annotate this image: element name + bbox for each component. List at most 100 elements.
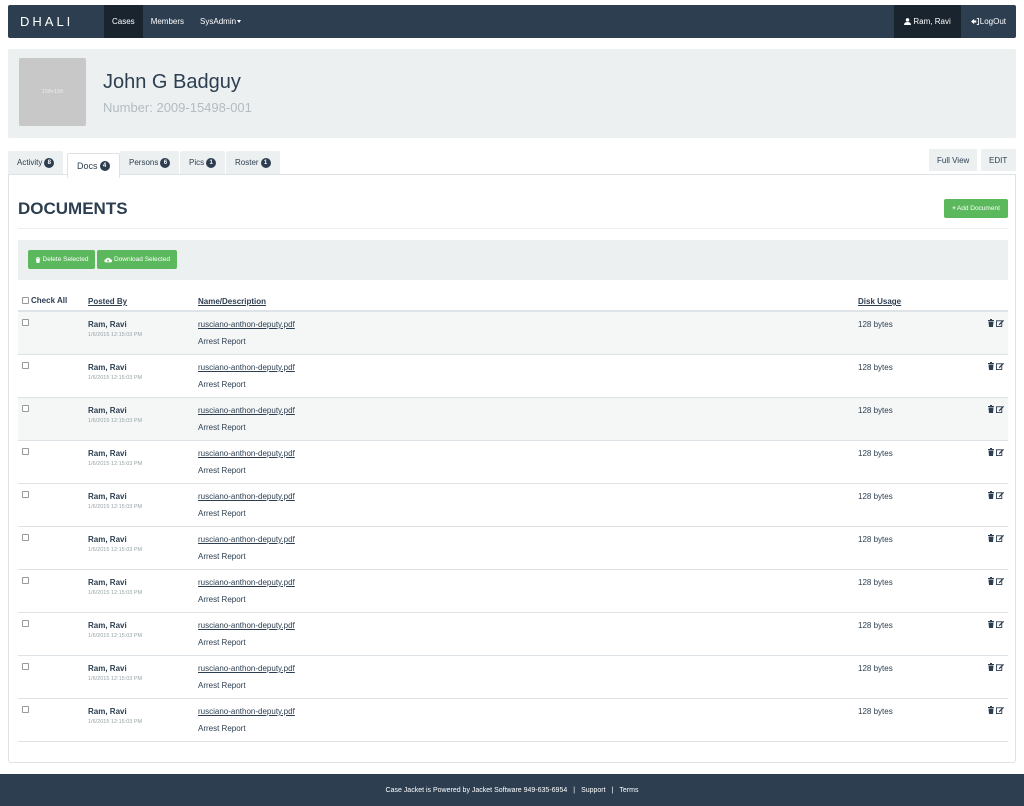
disk-usage: 128 bytes [858,406,893,415]
trash-icon[interactable] [987,448,995,456]
trash-icon[interactable] [987,491,995,499]
add-document-label: Add Document [956,205,1000,212]
row-checkbox[interactable] [22,577,29,584]
nav-cases[interactable]: Cases [104,5,143,38]
row-checkbox[interactable] [22,448,29,455]
document-link[interactable]: rusciano-anthon-deputy.pdf [198,363,295,372]
bulk-actions-toolbar: Delete Selected Download Selected [18,240,1008,280]
download-selected-button[interactable]: Download Selected [97,250,177,269]
edit-icon[interactable] [996,620,1004,628]
document-link[interactable]: rusciano-anthon-deputy.pdf [198,535,295,544]
trash-icon[interactable] [987,405,995,413]
check-all-label: Check All [31,296,68,305]
trash-icon [35,256,40,263]
count-badge: 1 [260,157,271,168]
check-all[interactable]: Check All [22,296,67,305]
row-actions [987,534,1004,542]
nav-sysadmin[interactable]: SysAdmin [192,5,249,38]
posted-date: 1/6/2015 12:15:03 PM [88,676,143,682]
disk-usage: 128 bytes [858,621,893,630]
row-actions [987,706,1004,714]
document-description: Arrest Report [198,509,246,518]
trash-icon[interactable] [987,577,995,585]
user-menu[interactable]: Ram, Ravi [894,5,961,38]
disk-usage: 128 bytes [858,363,893,372]
column-name-description[interactable]: Name/Description [198,297,266,306]
document-link[interactable]: rusciano-anthon-deputy.pdf [198,406,295,415]
count-badge: 1 [206,157,217,168]
posted-by: Ram, Ravi [88,664,127,673]
delete-selected-button[interactable]: Delete Selected [28,250,95,269]
trash-icon[interactable] [987,663,995,671]
row-checkbox[interactable] [22,319,29,326]
add-document-button[interactable]: + Add Document [944,199,1008,218]
brand-logo[interactable]: DHALI [8,5,104,38]
row-checkbox[interactable] [22,534,29,541]
posted-date: 1/6/2015 12:15:03 PM [88,590,143,596]
document-description: Arrest Report [198,552,246,561]
row-checkbox[interactable] [22,620,29,627]
posted-date: 1/6/2015 12:15:03 PM [88,633,143,639]
column-disk-usage[interactable]: Disk Usage [858,297,901,306]
tab-persons[interactable]: Persons 6 [120,151,180,174]
column-label: Disk Usage [858,297,902,306]
tab-label: Docs [77,160,98,171]
row-checkbox[interactable] [22,405,29,412]
trash-icon[interactable] [987,319,995,327]
terms-link[interactable]: Terms [619,787,638,794]
person-name: John G Badguy [103,71,241,93]
row-actions [987,448,1004,456]
document-link[interactable]: rusciano-anthon-deputy.pdf [198,449,295,458]
footer-separator: | [611,786,614,794]
disk-usage: 128 bytes [858,320,893,329]
edit-icon[interactable] [996,706,1004,714]
disk-usage: 128 bytes [858,707,893,716]
document-link[interactable]: rusciano-anthon-deputy.pdf [198,320,295,329]
row-checkbox[interactable] [22,663,29,670]
edit-button[interactable]: EDIT [981,149,1016,171]
row-actions [987,405,1004,413]
edit-icon[interactable] [996,448,1004,456]
avatar: 150×150 [19,58,86,126]
row-checkbox[interactable] [22,706,29,713]
divider [18,228,1008,229]
tab-activity[interactable]: Activity 8 [8,151,64,174]
edit-icon[interactable] [996,362,1004,370]
column-posted-by[interactable]: Posted By [88,297,127,306]
check-all-checkbox[interactable] [22,297,29,304]
edit-icon[interactable] [996,534,1004,542]
support-link[interactable]: Support [581,787,606,794]
posted-by: Ram, Ravi [88,621,127,630]
edit-icon[interactable] [996,319,1004,327]
logout-icon [970,18,979,25]
top-navbar: DHALI Cases Members SysAdmin Ram, Ravi L… [8,5,1016,38]
disk-usage: 128 bytes [858,492,893,501]
edit-icon[interactable] [996,577,1004,585]
full-view-button[interactable]: Full View [929,149,978,171]
count-badge: 6 [160,157,171,168]
document-link[interactable]: rusciano-anthon-deputy.pdf [198,621,295,630]
row-actions [987,319,1004,327]
trash-icon[interactable] [987,362,995,370]
posted-date: 1/6/2015 12:15:03 PM [88,504,143,510]
edit-icon[interactable] [996,405,1004,413]
logout-button[interactable]: LogOut [961,5,1016,38]
row-checkbox[interactable] [22,362,29,369]
document-link[interactable]: rusciano-anthon-deputy.pdf [198,492,295,501]
document-link[interactable]: rusciano-anthon-deputy.pdf [198,707,295,716]
row-checkbox[interactable] [22,491,29,498]
disk-usage: 128 bytes [858,578,893,587]
nav-members[interactable]: Members [143,5,192,38]
posted-date: 1/6/2015 12:15:03 PM [88,719,143,725]
document-link[interactable]: rusciano-anthon-deputy.pdf [198,578,295,587]
table-row: Ram, Ravi 1/6/2015 12:15:03 PM rusciano-an… [18,441,1008,484]
table-header: Check All Posted By Name/Description Dis… [18,295,1008,312]
document-link[interactable]: rusciano-anthon-deputy.pdf [198,664,295,673]
tab-pics[interactable]: Pics 1 [180,151,226,174]
tab-roster[interactable]: Roster 1 [226,151,280,174]
edit-icon[interactable] [996,491,1004,499]
edit-icon[interactable] [996,663,1004,671]
trash-icon[interactable] [987,706,995,714]
trash-icon[interactable] [987,534,995,542]
trash-icon[interactable] [987,620,995,628]
